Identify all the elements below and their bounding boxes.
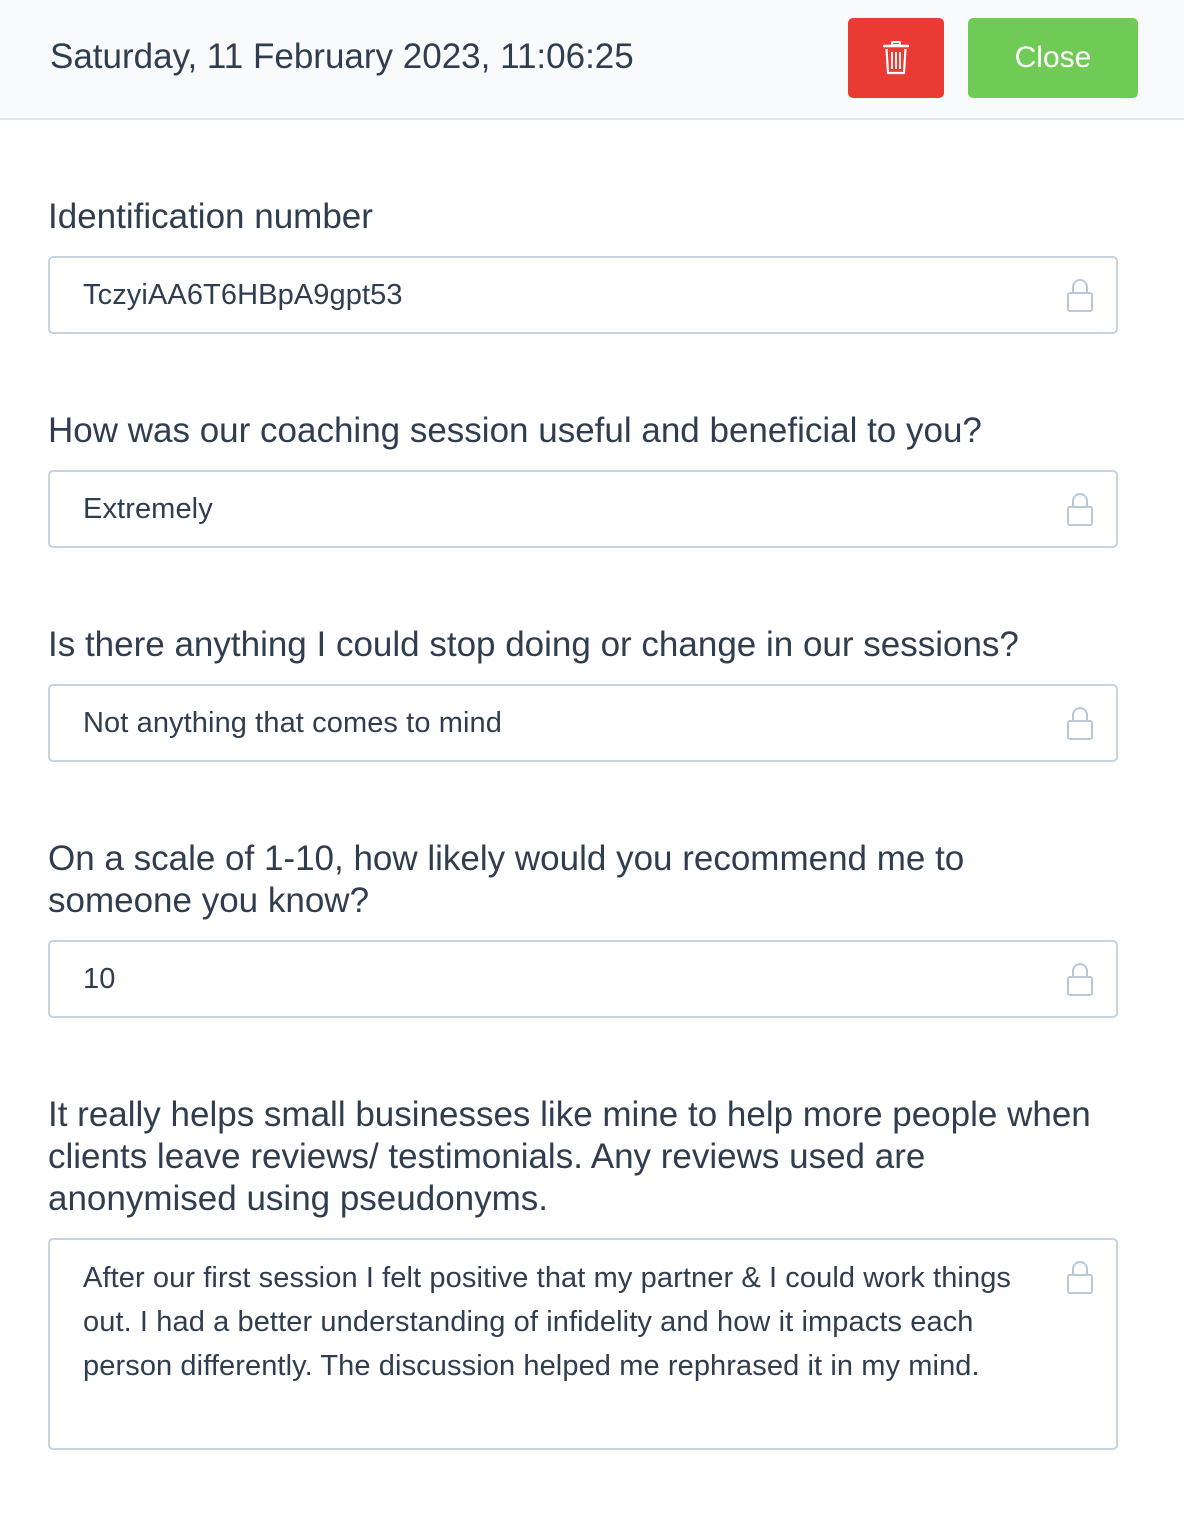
lock-icon	[1067, 1261, 1093, 1294]
lock-icon	[1067, 279, 1093, 312]
testimonial-field[interactable]: After our first session I felt positive …	[48, 1238, 1118, 1450]
close-button[interactable]: Close	[968, 18, 1138, 98]
recommend-scale-field[interactable]: 10	[48, 940, 1118, 1018]
field-value-recommend-scale: 10	[83, 963, 116, 995]
field-label-testimonial: It really helps small businesses like mi…	[48, 1095, 1091, 1218]
lock-icon	[1067, 707, 1093, 740]
session-usefulness-field[interactable]: Extremely	[48, 470, 1118, 548]
lock-icon	[1067, 963, 1093, 996]
field-value-session-usefulness: Extremely	[83, 493, 213, 525]
lock-icon	[1067, 493, 1093, 526]
field-label-change-sessions: Is there anything I could stop doing or …	[48, 625, 1019, 664]
field-value-testimonial: After our first session I felt positive …	[83, 1262, 1012, 1382]
field-value-change-sessions: Not anything that comes to mind	[83, 707, 502, 739]
field-label-session-usefulness: How was our coaching session useful and …	[48, 411, 982, 450]
field-label-identification: Identification number	[48, 197, 373, 236]
header-bar: Saturday, 11 February 2023, 11:06:25 Clo…	[0, 0, 1184, 120]
delete-button[interactable]	[848, 18, 944, 98]
field-label-recommend-scale: On a scale of 1-10, how likely would you…	[48, 839, 965, 920]
field-value-identification: TczyiAA6T6HBpA9gpt53	[83, 279, 403, 311]
change-sessions-field[interactable]: Not anything that comes to mind	[48, 684, 1118, 762]
trash-icon	[883, 41, 909, 75]
response-datetime: Saturday, 11 February 2023, 11:06:25	[50, 37, 634, 76]
identification-number-field[interactable]: TczyiAA6T6HBpA9gpt53	[48, 256, 1118, 334]
